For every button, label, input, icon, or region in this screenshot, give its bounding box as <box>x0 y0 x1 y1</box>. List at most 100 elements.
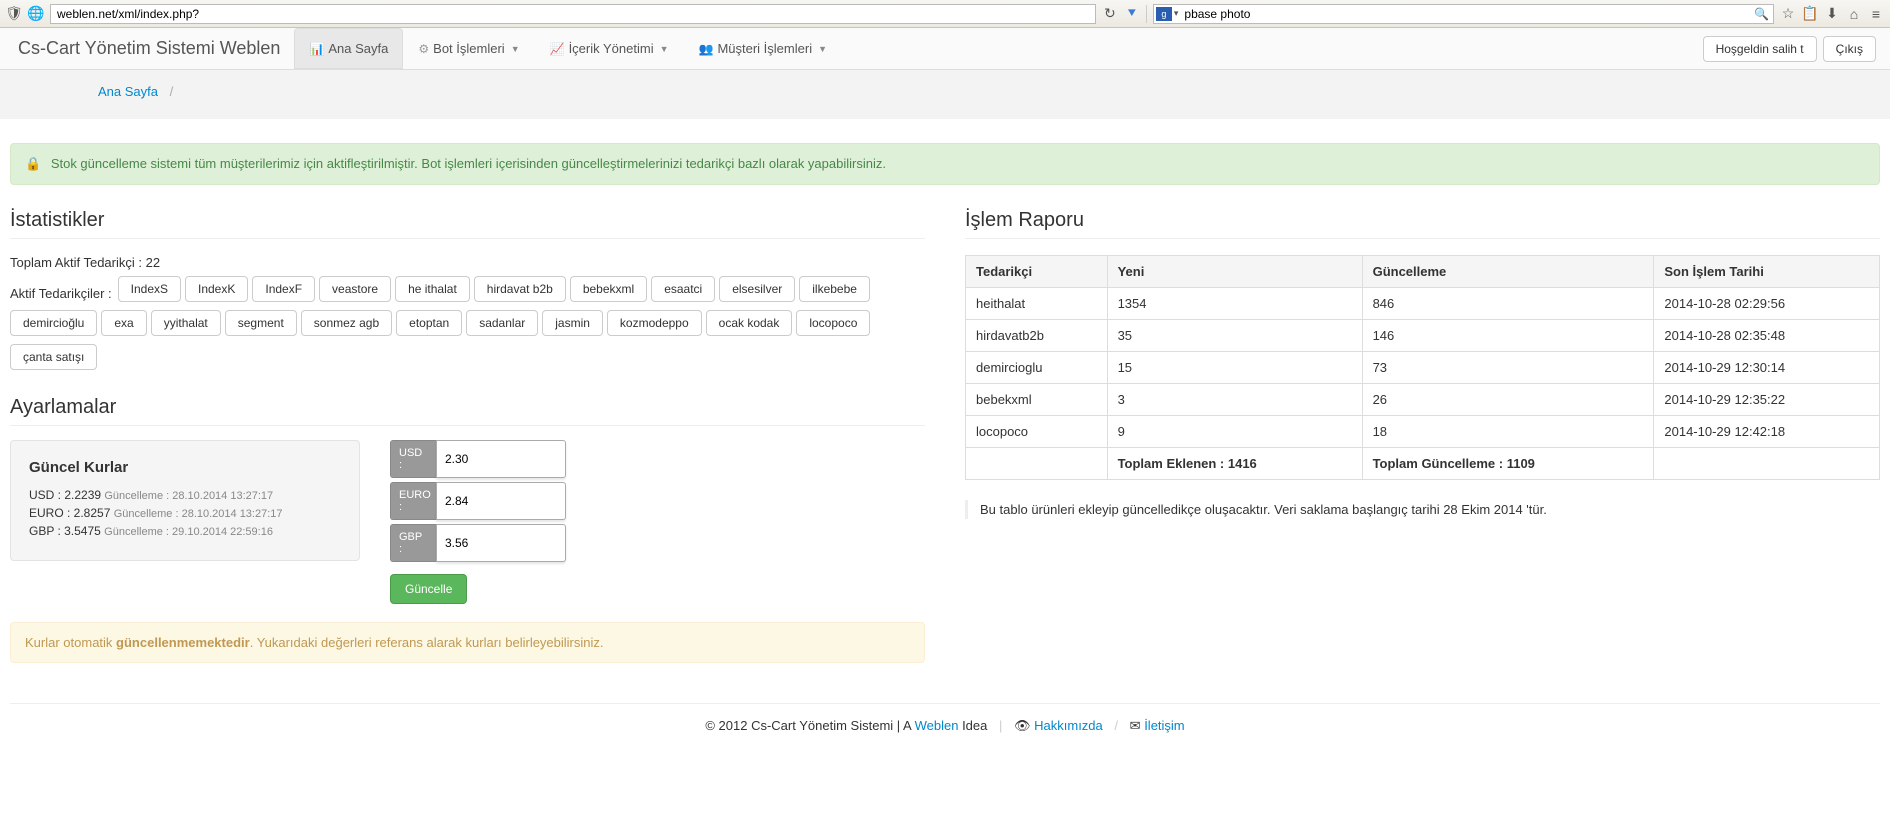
rates-warning: Kurlar otomatik güncellenmemektedir. Yuk… <box>10 622 925 663</box>
welcome-button[interactable]: Hoşgeldin salih t <box>1703 36 1817 62</box>
brand: Cs-Cart Yönetim Sistemi Weblen <box>4 38 294 59</box>
url-input[interactable] <box>50 4 1096 24</box>
supplier-chip[interactable]: sonmez agb <box>301 310 392 336</box>
search-engine-icon: g <box>1156 7 1172 21</box>
download-icon[interactable]: ⬇ <box>1824 6 1840 22</box>
browser-search-input[interactable] <box>1180 5 1754 23</box>
rate-line: EURO : 2.8257 Güncelleme : 28.10.2014 13… <box>29 506 341 520</box>
supplier-chip[interactable]: IndexF <box>252 276 315 302</box>
supplier-chip[interactable]: segment <box>225 310 297 336</box>
chevron-down-icon[interactable]: ▾ <box>1174 8 1179 19</box>
navbar-right: Hoşgeldin salih t Çıkış <box>1703 36 1886 62</box>
rates-box-title: Güncel Kurlar <box>29 459 341 476</box>
table-cell <box>1654 448 1880 480</box>
footer: © 2012 Cs-Cart Yönetim Sistemi | A Weble… <box>10 718 1880 764</box>
table-cell: 26 <box>1362 384 1654 416</box>
reload-icon[interactable]: ↻ <box>1102 6 1118 22</box>
table-cell: 3 <box>1107 384 1362 416</box>
browser-search[interactable]: g ▾ 🔍 <box>1153 4 1774 24</box>
supplier-chip[interactable]: yyithalat <box>151 310 221 336</box>
total-active-label: Toplam Aktif Tedarikçi : <box>10 255 142 270</box>
footer-upd: Toplam Güncelleme : 1109 <box>1362 448 1654 480</box>
breadcrumb-home[interactable]: Ana Sayfa <box>98 84 158 99</box>
supplier-chip[interactable]: kozmodeppo <box>607 310 702 336</box>
table-cell: 146 <box>1362 320 1654 352</box>
rate-input[interactable] <box>436 440 566 478</box>
supplier-chip[interactable]: IndexK <box>185 276 248 302</box>
rate-input-label: GBP : <box>390 524 436 562</box>
eye-icon: 👁 <box>1014 718 1031 733</box>
table-cell: 73 <box>1362 352 1654 384</box>
total-active-line: Toplam Aktif Tedarikçi : 22 <box>10 255 925 270</box>
table-cell: hirdavatb2b <box>966 320 1108 352</box>
footer-divider <box>10 703 1880 704</box>
table-row: demircioglu15732014-10-29 12:30:14 <box>966 352 1880 384</box>
supplier-chip[interactable]: demircioğlu <box>10 310 97 336</box>
active-list-label: Aktif Tedarikçiler : <box>10 286 112 301</box>
supplier-chip[interactable]: çanta satışı <box>10 344 97 370</box>
nav-item[interactable]: 👥Müşteri İşlemleri▼ <box>684 28 843 69</box>
supplier-chip[interactable]: exa <box>101 310 146 336</box>
star-icon[interactable]: ☆ <box>1780 6 1796 22</box>
report-header-cell: Son İşlem Tarihi <box>1654 256 1880 288</box>
supplier-chip[interactable]: locopoco <box>796 310 870 336</box>
rates-well: Güncel Kurlar USD : 2.2239 Güncelleme : … <box>10 440 360 561</box>
nav-icon: 📊 <box>309 42 324 56</box>
rate-input-row: EURO : <box>390 482 566 520</box>
menu-icon[interactable]: ≡ <box>1868 6 1884 22</box>
home-icon[interactable]: ⌂ <box>1846 6 1862 22</box>
active-list-line: Aktif Tedarikçiler : IndexSIndexKIndexFv… <box>10 276 925 378</box>
mail-icon: ✉ <box>1130 718 1141 733</box>
nav-item-label: Ana Sayfa <box>328 41 388 56</box>
table-cell: locopoco <box>966 416 1108 448</box>
supplier-chip[interactable]: esaatci <box>651 276 715 302</box>
supplier-chip[interactable]: sadanlar <box>466 310 538 336</box>
browser-chrome: 🛡 🌐 ↻ ⯆ g ▾ 🔍 ☆ 📋 ⬇ ⌂ ≡ <box>0 0 1890 28</box>
divider <box>1146 5 1147 23</box>
rates-warning-post: . Yukarıdaki değerleri referans alarak k… <box>250 635 604 650</box>
report-note: Bu tablo ürünleri ekleyip güncelledikçe … <box>965 500 1880 519</box>
footer-sep: / <box>1114 718 1118 733</box>
stats-title: İstatistikler <box>10 209 925 239</box>
footer-weblen-link[interactable]: Weblen <box>915 718 959 733</box>
report-header-cell: Yeni <box>1107 256 1362 288</box>
update-rates-button[interactable]: Güncelle <box>390 574 467 604</box>
footer-contact-link[interactable]: İletişim <box>1144 718 1184 733</box>
nav-item[interactable]: 📊 Ana Sayfa <box>294 28 403 69</box>
supplier-chip[interactable]: etoptan <box>396 310 462 336</box>
navbar: Cs-Cart Yönetim Sistemi Weblen 📊 Ana Sayf… <box>0 28 1890 70</box>
rate-input[interactable] <box>436 524 566 562</box>
rate-input-row: USD : <box>390 440 566 478</box>
table-cell: bebekxml <box>966 384 1108 416</box>
supplier-chip[interactable]: ocak kodak <box>706 310 793 336</box>
footer-about-link[interactable]: Hakkımızda <box>1034 718 1103 733</box>
rate-line: GBP : 3.5475 Güncelleme : 29.10.2014 22:… <box>29 524 341 538</box>
clipboard-icon[interactable]: 📋 <box>1802 6 1818 22</box>
table-cell: 2014-10-29 12:30:14 <box>1654 352 1880 384</box>
rates-warning-bold: güncellenmemektedir <box>116 635 250 650</box>
table-row: bebekxml3262014-10-29 12:35:22 <box>966 384 1880 416</box>
supplier-chip[interactable]: jasmin <box>542 310 603 336</box>
supplier-chip[interactable]: IndexS <box>118 276 181 302</box>
lock-icon: 🔒 <box>25 156 41 171</box>
nav-item-label: Bot İşlemleri <box>433 41 505 56</box>
supplier-chip[interactable]: he ithalat <box>395 276 470 302</box>
table-cell: 15 <box>1107 352 1362 384</box>
table-row: locopoco9182014-10-29 12:42:18 <box>966 416 1880 448</box>
nav-icon: 👥 <box>699 42 714 56</box>
table-cell: 18 <box>1362 416 1654 448</box>
nav-item[interactable]: 📈İçerik Yönetimi▼ <box>535 28 684 69</box>
tag-icon[interactable]: ⯆ <box>1124 6 1140 22</box>
supplier-chip[interactable]: elsesilver <box>719 276 795 302</box>
search-icon[interactable]: 🔍 <box>1754 7 1769 21</box>
supplier-chip[interactable]: veastore <box>319 276 391 302</box>
supplier-chip[interactable]: bebekxml <box>570 276 647 302</box>
rate-input[interactable] <box>436 482 566 520</box>
supplier-chip[interactable]: hirdavat b2b <box>474 276 566 302</box>
table-row: hirdavatb2b351462014-10-28 02:35:48 <box>966 320 1880 352</box>
logout-button[interactable]: Çıkış <box>1823 36 1876 62</box>
nav-item[interactable]: ⚙Bot İşlemleri▼ <box>403 28 534 69</box>
table-cell: 2014-10-28 02:29:56 <box>1654 288 1880 320</box>
supplier-chip[interactable]: ilkebebe <box>799 276 870 302</box>
settings-title: Ayarlamalar <box>10 396 925 426</box>
